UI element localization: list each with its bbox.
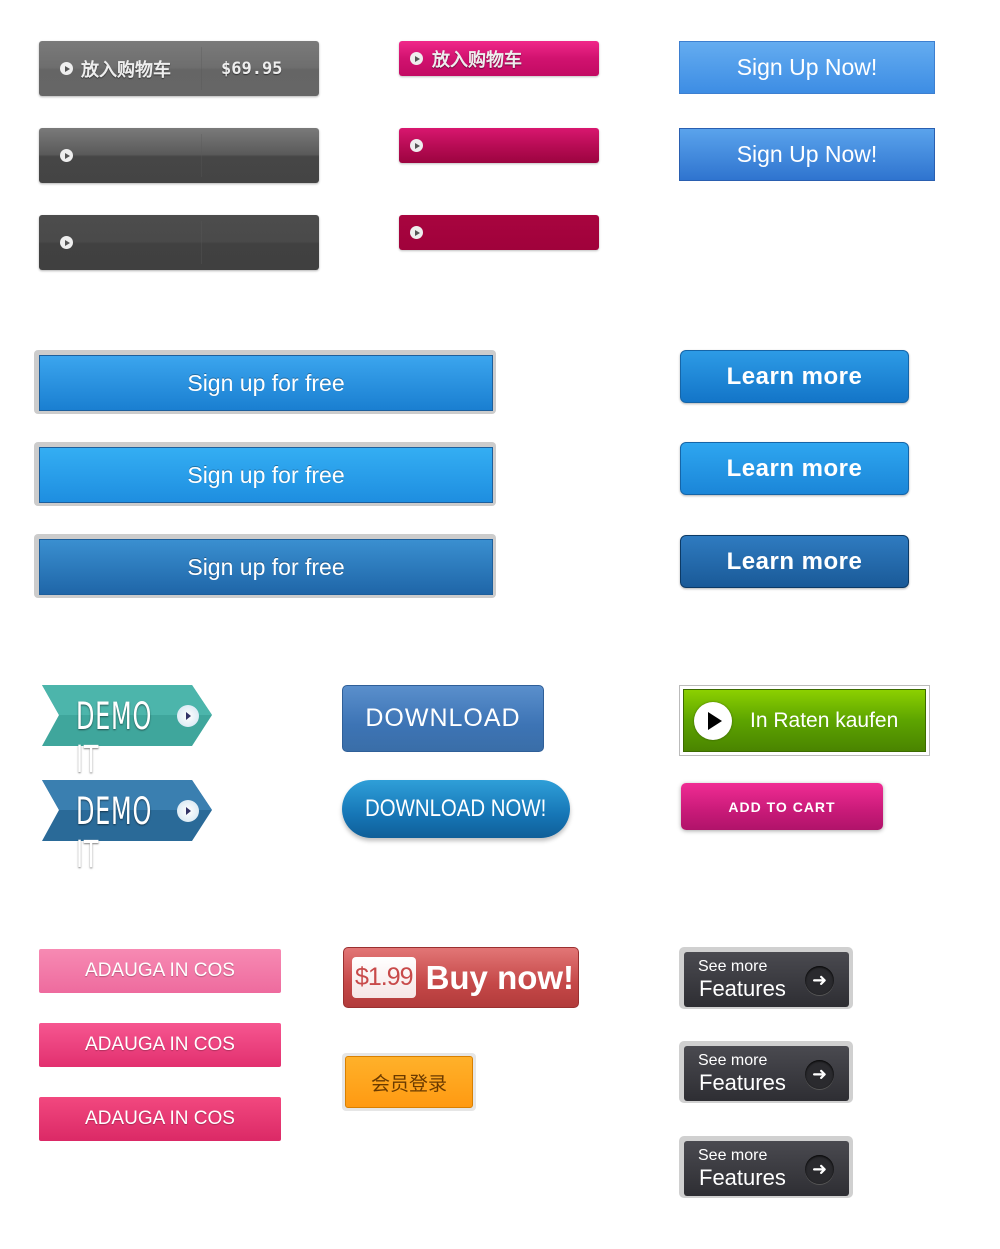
- play-icon: [60, 62, 73, 75]
- adauga-in-cos-button-hover[interactable]: ADAUGA IN COS: [39, 1023, 281, 1067]
- button-label: 放入购物车: [432, 49, 522, 70]
- learn-more-button-active[interactable]: Learn more: [680, 535, 909, 588]
- button-label: 放入购物车: [81, 59, 171, 80]
- price-label: $69.95: [221, 58, 283, 79]
- see-more-features-button-active[interactable]: See more Features ➜: [679, 1136, 853, 1198]
- button-label: DOWNLOAD NOW!: [365, 795, 547, 822]
- divider: [201, 134, 202, 177]
- play-icon: [410, 52, 423, 65]
- sign-up-now-button[interactable]: Sign Up Now!: [679, 41, 935, 94]
- see-more-features-button-hover[interactable]: See more Features ➜: [679, 1041, 853, 1103]
- price-tag: $1.99: [352, 957, 416, 998]
- play-icon: [694, 701, 732, 740]
- demo-it-button-blue[interactable]: DEMO IT: [42, 780, 212, 876]
- arrow-circle-icon: [177, 800, 199, 822]
- in-raten-kaufen-button[interactable]: In Raten kaufen: [679, 685, 930, 756]
- buy-now-button[interactable]: $1.99 Buy now!: [343, 947, 579, 1008]
- arrow-right-icon: ➜: [805, 966, 834, 995]
- arrow-right-icon: ➜: [805, 1155, 834, 1184]
- add-to-cart-price-button[interactable]: 放入购物车 $69.95: [39, 41, 319, 96]
- sign-up-free-button-hover[interactable]: Sign up for free: [39, 447, 493, 503]
- button-line2: Features: [699, 1070, 786, 1095]
- button-line1: See more: [698, 958, 768, 975]
- divider: [201, 47, 202, 90]
- pink-cart-button-hover[interactable]: [399, 128, 599, 163]
- play-icon: [410, 226, 423, 239]
- play-icon: [410, 139, 423, 152]
- button-label: 会员登录: [345, 1056, 473, 1108]
- play-icon: [60, 149, 73, 162]
- arrow-circle-icon: [177, 705, 199, 727]
- button-label: DEMO IT: [76, 695, 153, 781]
- button-line1: See more: [698, 1052, 768, 1069]
- play-icon: [60, 236, 73, 249]
- learn-more-button-hover[interactable]: Learn more: [680, 442, 909, 495]
- cart-button-hover[interactable]: [39, 128, 319, 183]
- button-line2: Features: [699, 976, 786, 1001]
- button-line2: Features: [699, 1165, 786, 1190]
- learn-more-button[interactable]: Learn more: [680, 350, 909, 403]
- sign-up-free-button-active[interactable]: Sign up for free: [39, 539, 493, 595]
- divider: [201, 221, 202, 264]
- button-label: DEMO IT: [76, 790, 153, 876]
- button-line1: See more: [698, 1147, 768, 1164]
- pink-cart-button[interactable]: 放入购物车: [399, 41, 599, 76]
- download-button[interactable]: DOWNLOAD: [342, 685, 544, 752]
- sign-up-now-button-hover[interactable]: Sign Up Now!: [679, 128, 935, 181]
- adauga-in-cos-button-active[interactable]: ADAUGA IN COS: [39, 1097, 281, 1141]
- see-more-features-button[interactable]: See more Features ➜: [679, 947, 853, 1009]
- arrow-right-icon: ➜: [805, 1060, 834, 1089]
- button-label: In Raten kaufen: [750, 708, 899, 732]
- sign-up-free-button[interactable]: Sign up for free: [39, 355, 493, 411]
- pink-cart-button-active[interactable]: [399, 215, 599, 250]
- add-to-cart-button[interactable]: ADD TO CART: [681, 783, 883, 830]
- cart-button-active[interactable]: [39, 215, 319, 270]
- demo-it-button-teal[interactable]: DEMO IT: [42, 685, 212, 781]
- button-label: Buy now!: [425, 958, 575, 996]
- download-now-button[interactable]: DOWNLOAD NOW!: [342, 780, 570, 838]
- adauga-in-cos-button[interactable]: ADAUGA IN COS: [39, 949, 281, 993]
- member-login-button[interactable]: 会员登录: [342, 1053, 476, 1111]
